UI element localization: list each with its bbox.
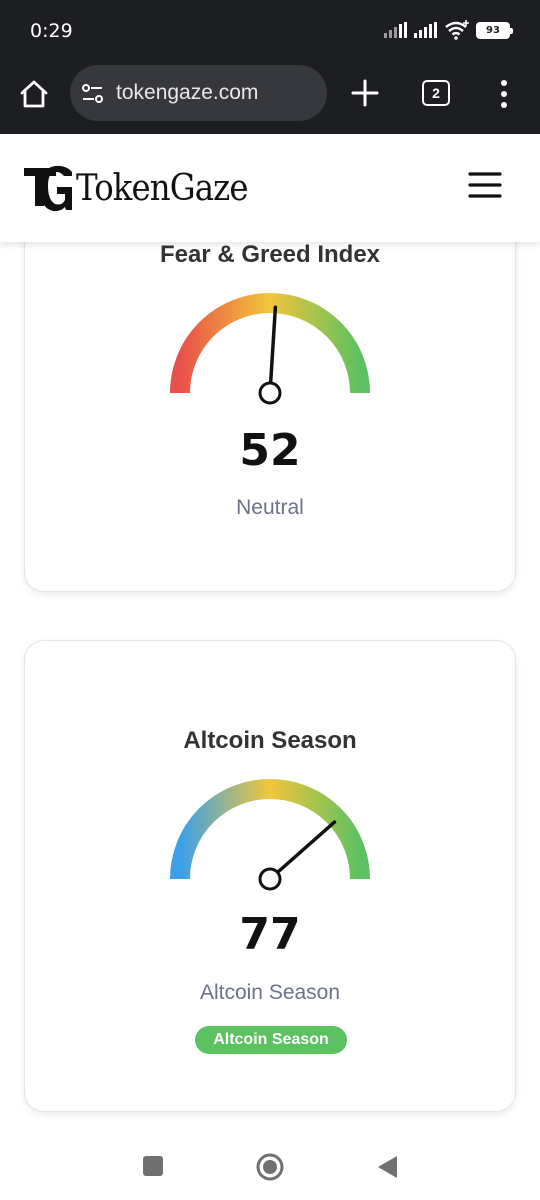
site-logo[interactable]: TokenGaze [22,160,267,216]
signal-icon [414,22,437,38]
gauge-arc [170,779,370,880]
more-vert-icon[interactable] [494,78,514,110]
browser-toolbar: tokengaze.com 2 [0,62,540,134]
tune-icon[interactable] [80,81,106,107]
fear-greed-card: Fear & Greed Index 52 Neutral [24,190,516,592]
altcoin-season-card: Altcoin Season 77 Altcoin Season Altcoin… [24,640,516,1112]
fear-greed-gauge [170,293,370,405]
status-bar: 0:29 93 [0,0,540,62]
address-bar[interactable]: tokengaze.com [70,65,327,121]
fear-greed-label: Neutral [236,496,304,519]
gauge-pivot [258,381,282,405]
gauge-pivot [258,867,282,891]
signal-icon [384,22,407,38]
plus-icon[interactable] [348,76,382,110]
fear-greed-value: 52 [239,425,301,476]
nav-square-icon[interactable] [143,1156,163,1176]
gauge-needle [268,305,278,395]
status-time: 0:29 [30,20,73,42]
wifi-icon [445,20,469,40]
battery-icon: 93 [476,21,513,39]
site-header: TokenGaze [0,134,540,242]
system-nav-bar [0,1134,540,1200]
altcoin-label: Altcoin Season [199,981,341,1004]
tabs-icon[interactable]: 2 [422,80,450,106]
logo-mark-icon [24,165,72,212]
nav-back-icon[interactable] [375,1154,399,1180]
hamburger-icon[interactable] [468,170,502,200]
altcoin-gauge [170,779,370,891]
altcoin-status-badge: Altcoin Season [195,1026,347,1054]
url-text: tokengaze.com [116,81,259,104]
nav-home-icon[interactable] [255,1152,285,1182]
status-icons: 93 [384,20,513,40]
altcoin-title: Altcoin Season [183,727,357,754]
logo-text: TokenGaze [76,167,249,209]
altcoin-value: 77 [239,909,301,960]
home-icon[interactable] [18,78,50,110]
gauge-needle [268,820,337,881]
fear-greed-title: Fear & Greed Index [159,241,381,268]
